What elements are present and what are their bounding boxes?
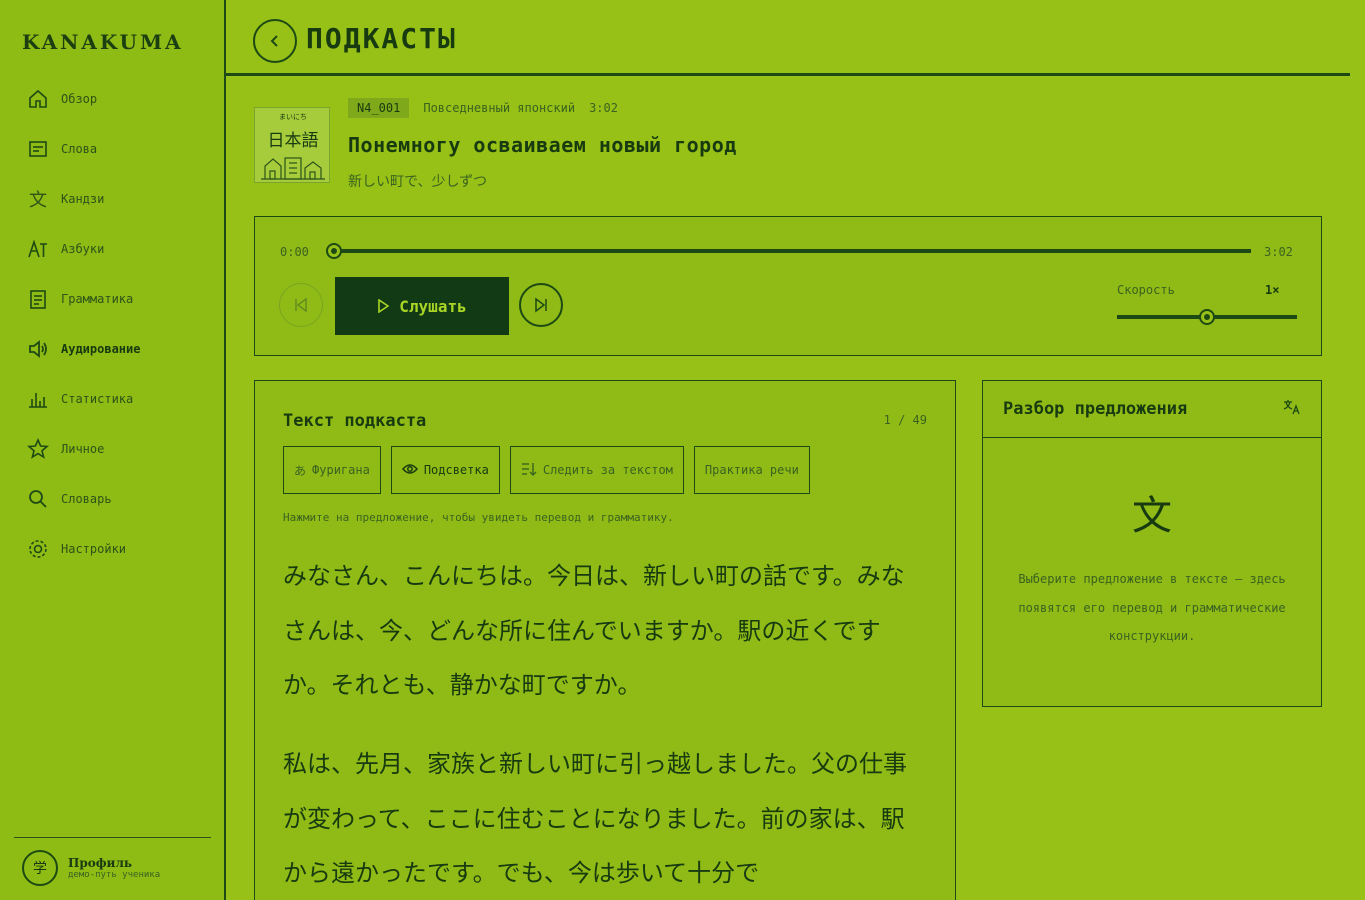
sidebar: KANAKUMA Обзор Слова 文 Кандзи Азбуки Гра…	[0, 0, 226, 900]
cover-caption: まいにち	[279, 113, 307, 121]
sidebar-item-label: Словарь	[61, 492, 112, 506]
profile-link[interactable]: 学 Профиль демо-путь ученика	[22, 850, 160, 886]
chevron-left-icon	[270, 35, 278, 47]
episode-category: Повседневный японский	[423, 101, 576, 115]
tool-label: Подсветка	[423, 463, 489, 477]
sidebar-item-words[interactable]: Слова	[0, 124, 224, 174]
sidebar-nav: Обзор Слова 文 Кандзи Азбуки Грамматика А…	[0, 74, 224, 574]
analysis-placeholder-glyph: 文	[1132, 493, 1172, 539]
speed-slider-handle[interactable]	[1199, 309, 1215, 325]
kana-icon	[27, 238, 49, 260]
follow-icon	[521, 462, 537, 479]
sidebar-item-kanji[interactable]: 文 Кандзи	[0, 174, 224, 224]
speed-value: 1×	[1265, 283, 1280, 297]
sidebar-item-listening[interactable]: Аудирование	[0, 324, 224, 374]
sidebar-item-label: Личное	[61, 442, 105, 456]
sentence-counter: 1 / 49	[883, 413, 927, 427]
previous-sentence-button[interactable]	[279, 283, 323, 327]
search-icon	[27, 488, 49, 510]
chart-icon	[27, 388, 49, 410]
sidebar-item-overview[interactable]: Обзор	[0, 74, 224, 124]
sidebar-item-label: Грамматика	[61, 292, 134, 306]
cover-title: 日本語	[267, 131, 319, 151]
sidebar-item-label: Настройки	[61, 542, 127, 556]
town-icon	[261, 157, 325, 180]
gear-icon	[27, 538, 49, 560]
sidebar-item-personal[interactable]: Личное	[0, 424, 224, 474]
next-sentence-button[interactable]	[519, 283, 563, 327]
episode-code-badge: N4_001	[348, 98, 410, 118]
page-title: ПОДКАСТЫ	[306, 22, 457, 55]
play-button[interactable]: Слушать	[335, 277, 509, 335]
skip-back-icon	[295, 297, 307, 313]
progress-track[interactable]	[333, 249, 1251, 253]
app-logo[interactable]: KANAKUMA	[22, 30, 184, 54]
profile-name: Профиль	[68, 856, 133, 870]
sidebar-item-label: Слова	[61, 142, 98, 156]
back-button[interactable]	[253, 19, 297, 63]
doc-icon	[27, 288, 49, 310]
episode-meta: N4_001 Повседневный японский 3:02	[348, 98, 618, 118]
star-icon	[27, 438, 49, 460]
sidebar-item-grammar[interactable]: Грамматика	[0, 274, 224, 324]
sidebar-item-label: Статистика	[61, 392, 134, 406]
card-icon	[27, 138, 49, 160]
audio-player: 0:00 3:02 Слушать Скорость 1×	[254, 216, 1322, 356]
speed-label: Скорость	[1117, 283, 1175, 297]
profile-subtitle: демо-путь ученика	[68, 870, 161, 880]
transcript-title: Текст подкаста	[283, 411, 427, 431]
avatar: 学	[22, 850, 58, 886]
episode-duration: 3:02	[589, 101, 618, 115]
transcript-hint: Нажмите на предложение, чтобы увидеть пе…	[283, 511, 674, 524]
tool-label: Фуригана	[312, 463, 370, 477]
transcript-paragraph[interactable]: 私は、先月、家族と新しい町に引っ越しました。父の仕事が変わって、ここに住むことに…	[283, 737, 923, 900]
play-label: Слушать	[399, 296, 467, 316]
translate-icon	[1283, 399, 1301, 419]
progress-handle[interactable]	[326, 243, 342, 259]
sidebar-item-settings[interactable]: Настройки	[0, 524, 224, 574]
eye-icon	[401, 463, 418, 478]
episode-cover: まいにち 日本語	[254, 107, 330, 183]
sidebar-item-dictionary[interactable]: Словарь	[0, 474, 224, 524]
highlight-toggle[interactable]: Подсветка	[390, 446, 500, 494]
analysis-placeholder-text: Выберите предложение в тексте — здесь по…	[1018, 572, 1286, 643]
tool-label: Практика речи	[704, 463, 799, 477]
analysis-header: Разбор предложения	[983, 381, 1321, 438]
transcript-toolbar: あ Фуригана Подсветка Следить за текстом …	[283, 446, 820, 494]
speaker-icon	[27, 338, 49, 360]
hiragana-icon: あ	[294, 463, 307, 478]
follow-text-toggle[interactable]: Следить за текстом	[509, 446, 684, 494]
play-icon	[378, 299, 390, 313]
episode-subtitle: 新しい町で、少しずつ	[348, 174, 488, 190]
kanji-icon: 文	[29, 190, 47, 211]
home-icon	[27, 88, 49, 110]
speech-practice-button[interactable]: Практика речи	[693, 446, 810, 494]
time-total: 3:02	[1264, 245, 1293, 259]
time-current: 0:00	[280, 245, 309, 259]
sidebar-item-stats[interactable]: Статистика	[0, 374, 224, 424]
sidebar-divider	[14, 837, 211, 838]
transcript-paragraph[interactable]: みなさん、こんにちは。今日は、新しい町の話です。みなさんは、今、どんな所に住んで…	[283, 549, 923, 713]
analysis-title: Разбор предложения	[1003, 399, 1188, 419]
transcript-panel: Текст подкаста 1 / 49 あ Фуригана Подсвет…	[254, 380, 956, 900]
sidebar-item-label: Обзор	[61, 92, 98, 106]
sentence-analysis-panel: Разбор предложения 文 Выберите предложени…	[982, 380, 1322, 707]
sidebar-item-label: Кандзи	[61, 192, 105, 206]
episode-title: Понемногу осваиваем новый город	[348, 133, 737, 157]
sidebar-item-label: Азбуки	[61, 242, 105, 256]
sidebar-item-kana[interactable]: Азбуки	[0, 224, 224, 274]
furigana-toggle[interactable]: あ Фуригана	[283, 446, 381, 494]
tool-label: Следить за текстом	[542, 463, 673, 477]
sidebar-item-label: Аудирование	[61, 342, 141, 356]
page-header: ПОДКАСТЫ	[226, 0, 1350, 76]
skip-forward-icon	[535, 297, 547, 313]
